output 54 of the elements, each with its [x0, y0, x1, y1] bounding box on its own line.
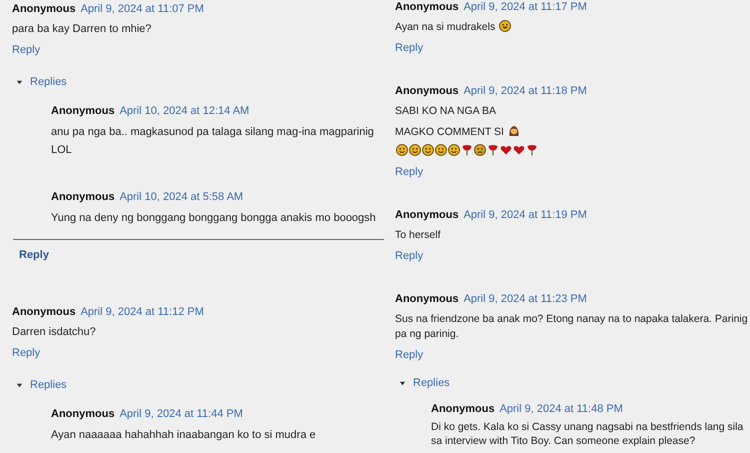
comment-date-link[interactable]: April 9, 2024 at 11:12 PM: [80, 306, 204, 318]
comment-date-link[interactable]: April 9, 2024 at 11:19 PM: [464, 209, 587, 221]
comment-date-link[interactable]: April 9, 2024 at 11:07 PM: [80, 3, 204, 15]
comment-date-link[interactable]: April 9, 2024 at 11:48 PM: [500, 403, 623, 415]
comment-author: Anonymous: [12, 306, 76, 318]
reply-link[interactable]: Reply: [395, 348, 424, 363]
comment-text: SABI KO NA NGA BA: [395, 105, 496, 117]
smiley-face-icon: [448, 144, 460, 156]
comment-date-link[interactable]: April 10, 2024 at 5:58 AM: [120, 191, 244, 203]
laughing-face-icon: [499, 20, 512, 32]
reply-link[interactable]: Reply: [395, 41, 424, 56]
replies-toggle[interactable]: Replies: [399, 376, 450, 391]
smiley-face-icon: [396, 144, 408, 156]
comment-author: Anonymous: [51, 191, 115, 203]
comment-author: Anonymous: [395, 209, 459, 221]
smiley-face-icon: [422, 144, 434, 156]
comment-author: Anonymous: [12, 3, 76, 15]
comment-text: anu pa nga ba.. magkasunod pa talaga silang mag-ina magparinig LOL: [51, 126, 374, 156]
comment-text: Di ko gets. Kala ko si Cassy unang nagsabi na bestfriends lang sila sa interview with Tito Boy. Can someone explain please?: [431, 421, 744, 447]
reply-link[interactable]: Reply: [395, 249, 424, 264]
comment-author: Anonymous: [431, 403, 495, 415]
comment-date-link[interactable]: April 9, 2024 at 11:18 PM: [464, 85, 587, 97]
comment-text: Ayan naaaaaa hahahhah inaabangan ko to si mudra e: [51, 429, 316, 441]
replies-toggle[interactable]: Replies: [16, 75, 67, 90]
comment-author: Anonymous: [51, 408, 115, 420]
sad-face-icon: [474, 144, 486, 156]
comment-text: Darren isdatchu?: [12, 326, 96, 338]
comment-date-link[interactable]: April 10, 2024 at 12:14 AM: [120, 105, 250, 117]
heart-icon: [513, 144, 525, 156]
heart-icon: [500, 144, 512, 156]
smiley-face-icon: [435, 144, 447, 156]
comment-author: Anonymous: [395, 1, 459, 13]
rose-icon: [487, 144, 499, 156]
comment-text: MAGKO COMMENT SI: [395, 126, 504, 138]
rose-icon: [526, 144, 538, 156]
comment-author: Anonymous: [51, 105, 115, 117]
comment-author: Anonymous: [395, 85, 459, 97]
comment-text: para ba kay Darren to mhie?: [12, 23, 152, 35]
comment-date-link[interactable]: April 9, 2024 at 11:23 PM: [464, 293, 587, 305]
rose-icon: [461, 144, 473, 156]
comment-date-link[interactable]: April 9, 2024 at 11:17 PM: [464, 1, 587, 13]
reply-link[interactable]: Reply: [19, 248, 49, 263]
comment-text: Ayan na si mudrakels: [395, 21, 496, 33]
woman-icon: [508, 125, 520, 137]
comment-author: Anonymous: [395, 293, 459, 305]
smiley-face-icon: [409, 144, 421, 156]
reply-link[interactable]: Reply: [12, 346, 40, 361]
reply-link[interactable]: Reply: [12, 43, 40, 58]
comment-text: Sus na friendzone ba anak mo? Etong nanay na to napaka talakera. Parinig pa ng parinig.: [395, 313, 748, 340]
comment-date-link[interactable]: April 9, 2024 at 11:44 PM: [120, 408, 243, 420]
replies-toggle[interactable]: Replies: [16, 378, 67, 393]
comment-text: To herself: [395, 229, 441, 241]
comment-text: Yung na deny ng bonggang bonggang bongga anakis mo booogsh: [51, 212, 376, 224]
reply-link[interactable]: Reply: [395, 165, 424, 180]
